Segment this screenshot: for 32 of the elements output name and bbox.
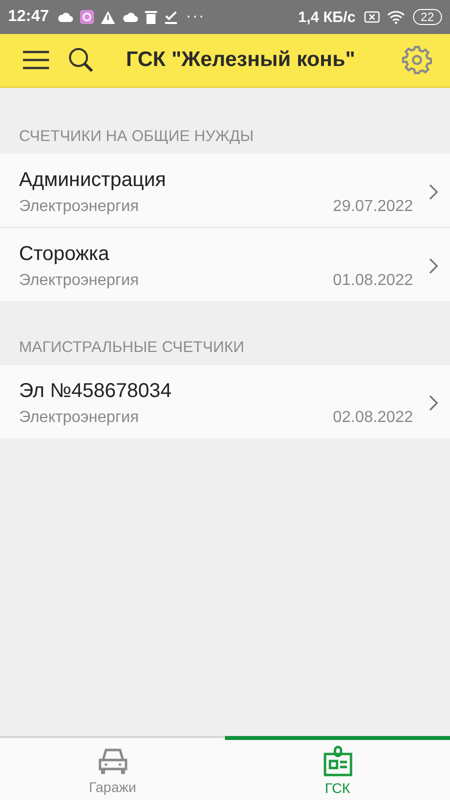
app-icon (80, 10, 94, 24)
clock-time: 12:47 (8, 8, 49, 26)
id-badge-icon (322, 744, 354, 776)
trash-icon (144, 10, 157, 24)
more-notifications-text: ··· (186, 8, 205, 26)
chevron-right-icon (429, 395, 438, 411)
meter-type: Электроэнергия (19, 408, 139, 426)
chevron-right-icon (429, 184, 438, 200)
warning-icon (100, 10, 115, 24)
sim-icon (364, 11, 380, 23)
section-header: СЧЕТЧИКИ НА ОБЩИЕ НУЖДЫ (18, 127, 255, 147)
meter-list-item[interactable]: Эл №458678034 Электроэнергия 02.08.2022 (0, 365, 450, 438)
meter-type: Электроэнергия (19, 272, 139, 290)
section-header: МАГИСТРАЛЬНЫЕ СЧЕТЧИКИ (18, 338, 246, 358)
battery-indicator: 22 (412, 9, 442, 25)
network-speed: 1,4 КБ/с (298, 8, 356, 26)
chevron-right-icon (429, 258, 438, 274)
reading-date: 01.08.2022 (332, 272, 413, 290)
meter-name: Сторожка (19, 242, 110, 266)
wifi-icon (386, 10, 405, 24)
meter-list-item[interactable]: Сторожка Электроэнергия 01.08.2022 (0, 228, 450, 301)
cloud-icon (56, 11, 73, 23)
check-icon (164, 10, 178, 24)
meter-type: Электроэнергия (19, 198, 139, 216)
navigation-tab[interactable]: ГСК (225, 736, 450, 800)
reading-date: 29.07.2022 (332, 198, 413, 216)
meter-name: Администрация (19, 168, 168, 192)
app-title: ГСК "Железный конь" (126, 48, 356, 72)
reading-date: 02.08.2022 (332, 408, 413, 426)
cloud-icon (122, 11, 138, 23)
meter-name: Эл №458678034 (19, 380, 172, 402)
meter-list-item[interactable]: Администрация Электроэнергия 29.07.2022 (0, 154, 450, 228)
